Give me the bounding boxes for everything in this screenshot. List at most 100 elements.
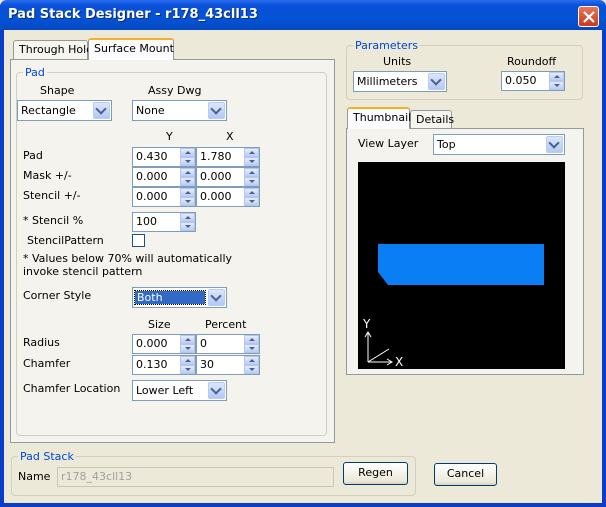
view-layer-select[interactable]: Top [433, 134, 565, 155]
mask-row-label: Mask +/- [23, 169, 72, 182]
title-bar[interactable]: Pad Stack Designer - r178_43cll13 [0, 0, 606, 30]
view-layer-label: View Layer [358, 137, 419, 150]
tab-details[interactable]: Details [410, 110, 455, 130]
pad-y-spinner[interactable]: 0.430 [132, 147, 196, 167]
column-y-header: Y [166, 130, 173, 143]
spin-down-icon[interactable] [549, 81, 564, 90]
pad-x-spinner[interactable]: 1.780 [196, 147, 260, 167]
mask-y-spinner[interactable]: 0.000 [132, 167, 196, 187]
spin-down-icon[interactable] [180, 222, 195, 231]
chevron-down-icon[interactable] [208, 382, 225, 399]
regen-button[interactable]: Regen [343, 462, 408, 485]
shape-select[interactable]: Rectangle [17, 100, 112, 121]
radius-percent-value: 0 [200, 337, 207, 350]
pad-group: Pad Shape Assy Dwg Rectangle None Y X Pa… [16, 66, 327, 436]
assy-dwg-label: Assy Dwg [148, 84, 202, 97]
stencil-row-label: Stencil +/- [23, 189, 81, 202]
spin-down-icon[interactable] [244, 157, 259, 166]
column-size-header: Size [148, 318, 171, 331]
units-select-value: Millimeters [357, 75, 418, 88]
spin-down-icon[interactable] [244, 197, 259, 206]
close-icon [583, 11, 595, 23]
spin-down-icon[interactable] [180, 365, 195, 374]
spin-up-icon[interactable] [549, 72, 564, 81]
tab-label: Thumbnail [353, 111, 412, 124]
spin-up-icon[interactable] [244, 356, 259, 365]
corner-style-select-value: Both [134, 290, 206, 305]
spin-down-icon[interactable] [180, 197, 195, 206]
pad-y-value: 0.430 [136, 150, 168, 163]
radius-label: Radius [23, 336, 60, 349]
stencil-pattern-label: StencilPattern [27, 234, 104, 247]
shape-select-value: Rectangle [21, 104, 76, 117]
spin-down-icon[interactable] [180, 177, 195, 186]
view-layer-select-value: Top [437, 138, 456, 151]
pad-stack-name-value: r178_43cll13 [61, 470, 133, 483]
close-button[interactable] [578, 6, 599, 27]
chamfer-location-select-value: Lower Left [136, 384, 194, 397]
spin-down-icon[interactable] [244, 177, 259, 186]
cancel-button[interactable]: Cancel [434, 463, 497, 486]
pad-preview-drawing: Y X [362, 244, 544, 369]
corner-style-label: Corner Style [23, 289, 92, 302]
corner-style-select[interactable]: Both [132, 287, 227, 308]
chevron-down-icon[interactable] [428, 73, 445, 90]
stencil-y-spinner[interactable]: 0.000 [132, 187, 196, 207]
axis-tick [367, 348, 390, 363]
shape-label: Shape [40, 84, 75, 97]
chamfer-location-label: Chamfer Location [23, 382, 121, 395]
tab-through-hole[interactable]: Through Hole [13, 40, 93, 60]
units-select[interactable]: Millimeters [353, 71, 447, 92]
regen-button-label: Regen [358, 466, 393, 479]
axis-y-label: Y [362, 317, 371, 331]
chevron-down-icon[interactable] [546, 136, 563, 153]
spin-up-icon[interactable] [180, 213, 195, 222]
chevron-down-icon[interactable] [93, 102, 110, 119]
stencil-pattern-checkbox[interactable] [132, 234, 145, 247]
chevron-down-icon[interactable] [208, 289, 225, 306]
roundoff-value: 0.050 [505, 74, 537, 87]
stencil-x-spinner[interactable]: 0.000 [196, 187, 260, 207]
column-x-header: X [226, 130, 234, 143]
radius-size-value: 0.000 [136, 337, 168, 350]
parameters-legend: Parameters [353, 39, 420, 52]
mask-x-value: 0.000 [200, 170, 232, 183]
stencil-x-value: 0.000 [200, 190, 232, 203]
spin-up-icon[interactable] [244, 188, 259, 197]
spin-up-icon[interactable] [244, 168, 259, 177]
chamfer-location-select[interactable]: Lower Left [132, 380, 227, 401]
pad-stack-legend: Pad Stack [18, 450, 76, 463]
spin-down-icon[interactable] [244, 344, 259, 353]
spin-up-icon[interactable] [180, 335, 195, 344]
spin-down-icon[interactable] [180, 344, 195, 353]
cancel-button-label: Cancel [446, 467, 485, 480]
spin-up-icon[interactable] [180, 148, 195, 157]
radius-percent-spinner[interactable]: 0 [196, 334, 260, 354]
tab-label: Through Hole [19, 43, 93, 56]
units-label: Units [383, 55, 412, 68]
roundoff-label: Roundoff [507, 55, 557, 68]
pad-group-legend: Pad [23, 66, 47, 79]
assy-dwg-select[interactable]: None [132, 100, 227, 121]
radius-size-spinner[interactable]: 0.000 [132, 334, 196, 354]
pad-row-label: Pad [23, 149, 43, 162]
spin-up-icon[interactable] [244, 148, 259, 157]
spin-down-icon[interactable] [180, 157, 195, 166]
window-title: Pad Stack Designer - r178_43cll13 [8, 7, 258, 22]
column-percent-header: Percent [205, 318, 247, 331]
spin-up-icon[interactable] [244, 335, 259, 344]
spin-up-icon[interactable] [180, 168, 195, 177]
tab-thumbnail[interactable]: Thumbnail [347, 107, 412, 129]
spin-down-icon[interactable] [244, 365, 259, 374]
tab-label: Details [416, 113, 455, 126]
chamfer-size-spinner[interactable]: 0.130 [132, 355, 196, 375]
spin-up-icon[interactable] [180, 188, 195, 197]
axis-x-label: X [395, 355, 403, 369]
chevron-down-icon[interactable] [208, 102, 225, 119]
stencil-percent-spinner[interactable]: 100 [132, 212, 196, 232]
roundoff-spinner[interactable]: 0.050 [501, 71, 565, 91]
mask-x-spinner[interactable]: 0.000 [196, 167, 260, 187]
tab-surface-mount[interactable]: Surface Mount [88, 38, 174, 60]
spin-up-icon[interactable] [180, 356, 195, 365]
chamfer-percent-spinner[interactable]: 30 [196, 355, 260, 375]
